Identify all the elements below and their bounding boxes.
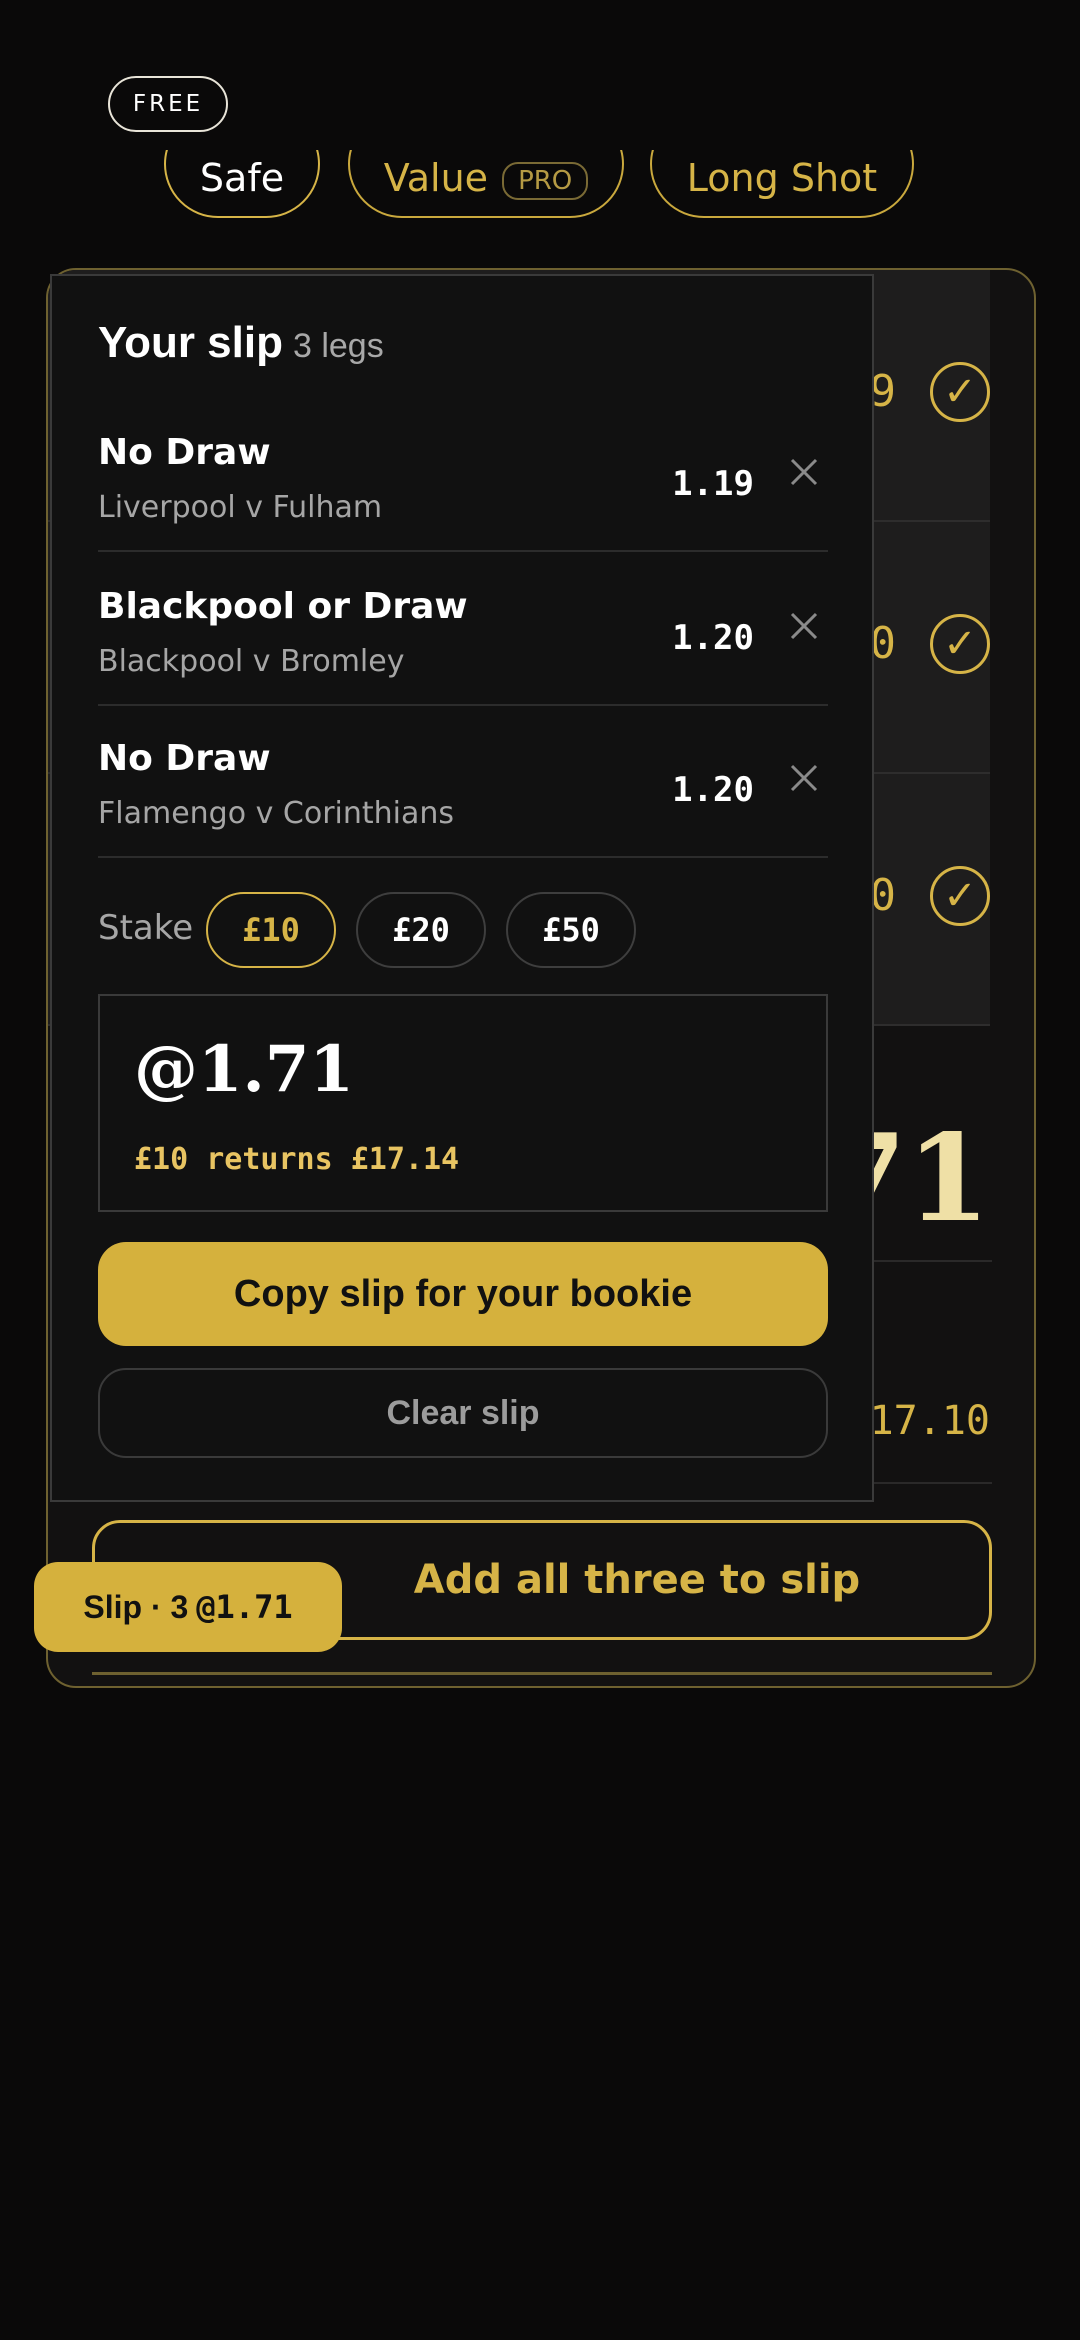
leg-selection: Blackpool or Draw <box>98 586 468 627</box>
returns-value: 17.10 <box>869 1398 990 1444</box>
tab-long-shot[interactable]: Long Shot <box>650 150 914 218</box>
check-icon[interactable]: ✓ <box>930 362 990 422</box>
tab-label: Value <box>383 156 489 200</box>
slip-pill-button[interactable]: Slip · 3 @1.71 <box>34 1562 342 1652</box>
slip-legs-count: 3 legs <box>292 327 384 365</box>
close-icon[interactable] <box>784 758 824 798</box>
add-all-label: Add all three to slip <box>413 1557 861 1603</box>
slip-panel: Your slip 3 legs No Draw Liverpool v Fulh… <box>50 274 874 1502</box>
leg-match: Blackpool v Bromley <box>98 644 405 679</box>
summary-returns: £10 returns £17.14 <box>134 1142 460 1177</box>
clear-slip-button[interactable]: Clear slip <box>98 1368 828 1458</box>
slip-leg: Blackpool or Draw Blackpool v Bromley 1.… <box>98 552 828 706</box>
gold-rule <box>92 1672 992 1675</box>
slip-leg: No Draw Flamengo v Corinthians 1.20 <box>98 704 828 858</box>
close-icon[interactable] <box>784 606 824 646</box>
tab-safe[interactable]: Safe <box>164 150 320 218</box>
slip-pill-odds: @1.71 <box>196 1588 293 1626</box>
slip-leg: No Draw Liverpool v Fulham 1.19 <box>98 398 828 552</box>
stake-50-button[interactable]: £50 <box>506 892 636 968</box>
leg-odds: 1.20 <box>672 770 754 810</box>
stake-label: Stake <box>98 908 194 948</box>
tab-label: Safe <box>199 156 285 200</box>
leg-match: Liverpool v Fulham <box>98 490 383 525</box>
check-icon[interactable]: ✓ <box>930 614 990 674</box>
leg-odds: 1.19 <box>672 464 754 504</box>
slip-summary: @1.71 £10 returns £17.14 <box>98 994 828 1212</box>
pro-badge: PRO <box>502 162 589 200</box>
leg-match: Flamengo v Corinthians <box>98 796 455 831</box>
tab-value[interactable]: Value PRO <box>348 150 624 218</box>
copy-slip-button[interactable]: Copy slip for your bookie <box>98 1242 828 1346</box>
summary-total-odds: @1.71 <box>134 1032 354 1107</box>
check-icon[interactable]: ✓ <box>930 866 990 926</box>
slip-pill-label: Slip · 3 <box>83 1588 189 1625</box>
slip-title-text: Your slip <box>98 318 283 367</box>
close-icon[interactable] <box>784 452 824 492</box>
tab-label: Long Shot <box>686 156 878 200</box>
stake-20-button[interactable]: £20 <box>356 892 486 968</box>
slip-title: Your slip 3 legs <box>98 318 384 368</box>
strategy-tabs: Safe Value PRO Long Shot <box>0 150 1080 230</box>
free-badge: FREE <box>108 76 228 132</box>
leg-selection: No Draw <box>98 738 271 779</box>
leg-odds: 1.20 <box>672 618 754 658</box>
stake-10-button[interactable]: £10 <box>206 892 336 968</box>
leg-selection: No Draw <box>98 432 271 473</box>
